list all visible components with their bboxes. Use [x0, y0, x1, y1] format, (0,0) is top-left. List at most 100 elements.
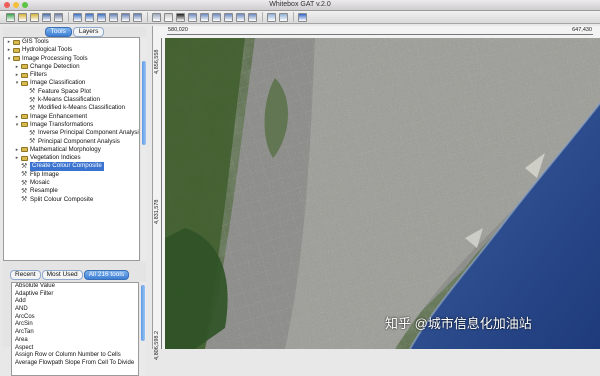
zoom-out-icon[interactable] [200, 12, 209, 22]
collapsed-arrow-icon[interactable]: ▸ [14, 71, 20, 79]
open-icon[interactable] [6, 12, 15, 22]
layer-icon[interactable] [73, 12, 82, 22]
toolbar-separator [262, 12, 263, 22]
tree-tool-item[interactable]: ⚒ Resample [4, 187, 139, 195]
tree-item-label: Image Classification [30, 79, 86, 87]
next-extent-icon[interactable] [248, 12, 257, 22]
tool-list-item[interactable]: Add [12, 298, 138, 306]
previous-extent-icon[interactable] [236, 12, 245, 22]
tree-item-label: Filters [30, 71, 47, 79]
tab-tools[interactable]: Tools [44, 27, 72, 37]
tree-item-label: Create Colour Composite [30, 162, 104, 171]
zoom-extent-icon[interactable] [152, 12, 161, 22]
folder-icon [21, 147, 28, 153]
tool-list: Absolute Value Adaptive Filter Add AND ArcCo… [11, 282, 139, 376]
tool-list-item[interactable]: ArcTan [12, 329, 138, 337]
tree-tool-item[interactable]: ⚒ Mosaic [4, 179, 139, 187]
tree-item-label: Mosaic [30, 179, 50, 187]
tree-item-label: Split Colour Composite [30, 195, 94, 203]
tree-folder[interactable]: ▸ Hydrological Tools [4, 46, 139, 54]
tree-tool-item[interactable]: ⚒ Principal Component Analysis [4, 138, 139, 146]
tool-list-item[interactable]: Average Flowpath Slope From Cell To Divi… [12, 360, 138, 368]
refresh-icon[interactable] [279, 12, 288, 22]
tree-folder[interactable]: ▸ Change Detection [4, 63, 139, 71]
y-max-label: 4,856,558 [154, 49, 160, 74]
tree-item-label: Mathematical Morphology [30, 145, 101, 153]
save-icon[interactable] [42, 12, 51, 22]
tree-tool-item[interactable]: ⚒ Create Colour Composite [4, 162, 139, 171]
print-icon[interactable] [54, 12, 63, 22]
tree-tool-item[interactable]: ⚒ Flip Image [4, 171, 139, 179]
tree-scrollbar-track[interactable] [141, 37, 147, 261]
tab-recent[interactable]: Recent [10, 270, 41, 280]
folder-icon [13, 56, 20, 62]
collapsed-arrow-icon[interactable]: ▸ [6, 46, 12, 54]
tree-tool-item[interactable]: ⚒ k-Means Classification [4, 96, 139, 104]
layers-up-icon[interactable] [133, 12, 142, 22]
expanded-arrow-icon[interactable]: ▾ [14, 121, 20, 129]
collapsed-arrow-icon[interactable]: ▸ [14, 154, 20, 162]
wrench-icon: ⚒ [29, 104, 36, 112]
tree-folder[interactable]: ▸ GIS Tools [4, 38, 139, 46]
expanded-arrow-icon[interactable]: ▾ [14, 79, 20, 87]
tree-scrollbar-thumb[interactable] [142, 61, 146, 145]
layers-down-icon[interactable] [121, 12, 130, 22]
layer-add-icon[interactable] [85, 12, 94, 22]
zoom-full-icon[interactable] [224, 12, 233, 22]
tree-folder[interactable]: ▾ Image Classification [4, 79, 139, 87]
tree-folder[interactable]: ▸ Vegetation Indices [4, 154, 139, 162]
tree-item-label: Resample [30, 187, 58, 195]
tree-item-label: Hydrological Tools [22, 46, 73, 54]
select-feature-icon[interactable] [267, 12, 276, 22]
collapsed-arrow-icon[interactable]: ▸ [14, 63, 20, 71]
tool-list-scroll-thumb[interactable] [141, 285, 145, 341]
satellite-image[interactable] [165, 38, 600, 349]
tool-list-scrollbar[interactable] [140, 282, 146, 376]
tree-item-label: Modified k-Means Classification [38, 104, 126, 112]
tool-list-item[interactable]: Aspect [12, 345, 138, 353]
tree-item-label: Inverse Principal Component Analysis [38, 129, 140, 137]
tool-list-tabs: Recent Most Used All 216 tools [10, 270, 130, 280]
tool-list-item[interactable]: ArcCos [12, 314, 138, 322]
tree-tool-item[interactable]: ⚒ Modified k-Means Classification [4, 104, 139, 112]
watermark-text: 知乎 @城市信息化加油站 [385, 316, 532, 331]
tool-list-item[interactable]: ArcSin [12, 321, 138, 329]
layer-remove-icon[interactable] [97, 12, 106, 22]
collapsed-arrow-icon[interactable]: ▸ [14, 146, 20, 154]
tab-most-used[interactable]: Most Used [41, 270, 83, 280]
tree-item-label: Vegetation Indices [30, 154, 81, 162]
tool-list-item[interactable]: Absolute Value [12, 283, 138, 291]
tool-list-item[interactable]: Area [12, 337, 138, 345]
tool-list-item[interactable]: AND [12, 306, 138, 314]
tab-all-tools[interactable]: All 216 tools [83, 270, 130, 280]
zoom-layer-icon[interactable] [212, 12, 221, 22]
tree-tool-item[interactable]: ⚒ Inverse Principal Component Analysis [4, 129, 139, 137]
tab-layers[interactable]: Layers [72, 27, 105, 37]
collapsed-arrow-icon[interactable]: ▸ [6, 38, 12, 46]
folder-icon [21, 80, 28, 86]
folder-open-icon[interactable] [18, 12, 27, 22]
tool-list-item[interactable]: Assign Row or Column Number to Cells [12, 352, 138, 360]
help-icon[interactable] [298, 12, 307, 22]
tool-list-item[interactable]: Adaptive Filter [12, 291, 138, 299]
tree-tool-item[interactable]: ⚒ Split Colour Composite [4, 196, 139, 204]
tree-item-label: Image Processing Tools [22, 54, 88, 62]
layers-icon[interactable] [109, 12, 118, 22]
pointer-icon[interactable] [176, 12, 185, 22]
wrench-icon: ⚒ [21, 187, 28, 195]
pan-hand-icon[interactable] [164, 12, 173, 22]
zoom-in-icon[interactable] [188, 12, 197, 22]
folder-icon [13, 39, 20, 45]
tree-folder[interactable]: ▾ Image Transformations [4, 121, 139, 129]
map-left-ruler: 4,856,558 4,831,578 4,806,598.2 [153, 38, 162, 360]
tree-item-label: Change Detection [30, 62, 80, 70]
tree-folder[interactable]: ▸ Image Enhancement [4, 113, 139, 121]
expanded-arrow-icon[interactable]: ▾ [6, 55, 12, 63]
collapsed-arrow-icon[interactable]: ▸ [14, 113, 20, 121]
tree-folder[interactable]: ▸ Filters [4, 71, 139, 79]
tree-folder[interactable]: ▸ Mathematical Morphology [4, 146, 139, 154]
tree-folder[interactable]: ▾ Image Processing Tools [4, 55, 139, 63]
tree-tool-item[interactable]: ⚒ Feature Space Plot [4, 88, 139, 96]
folder-icon[interactable] [30, 12, 39, 22]
folder-icon [21, 72, 28, 78]
